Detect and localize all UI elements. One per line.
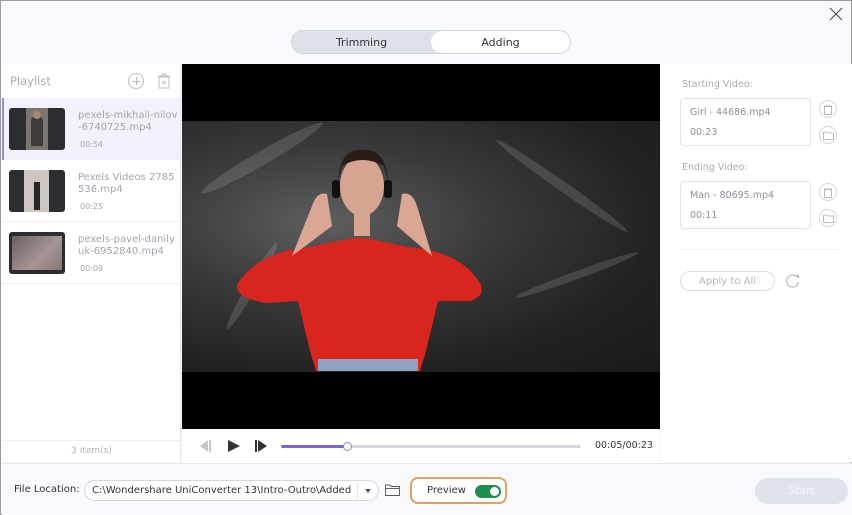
folder-icon xyxy=(822,214,834,223)
item-duration: 00:54 xyxy=(80,140,104,149)
file-location-select[interactable]: C:\Wondershare UniConverter 13\Intro-Out… xyxy=(84,480,379,501)
previous-frame-icon[interactable] xyxy=(198,439,212,453)
seek-progress xyxy=(281,445,347,448)
starting-video-box[interactable]: Girl - 44686.mp4 00:23 xyxy=(680,98,811,146)
ending-video-duration: 00:11 xyxy=(690,210,718,221)
trash-icon xyxy=(823,188,833,198)
person-head xyxy=(292,149,432,256)
starting-video-name: Girl - 44686.mp4 xyxy=(690,107,771,118)
refresh-icon[interactable] xyxy=(785,273,801,289)
mode-tabs: Trimming Adding xyxy=(291,30,571,54)
next-frame-icon[interactable] xyxy=(254,439,268,453)
playlist-item[interactable]: pexels-pavel-danily uk-6952840.mp4 00:09 xyxy=(2,222,180,284)
divider xyxy=(680,249,838,250)
player-controls: 00:05/00:23 xyxy=(182,429,660,463)
app-window: Trimming Adding Playlist pexels-mikhail-… xyxy=(0,0,852,515)
preview-label: Preview xyxy=(427,485,466,496)
trash-icon xyxy=(823,105,833,115)
folder-icon xyxy=(822,131,834,140)
ending-video-box[interactable]: Man - 80695.mp4 00:11 xyxy=(680,181,811,229)
ending-video-label: Ending Video: xyxy=(682,162,748,173)
tab-trimming[interactable]: Trimming xyxy=(292,31,431,53)
file-location-value: C:\Wondershare UniConverter 13\Intro-Out… xyxy=(92,485,352,496)
intro-outro-panel: Starting Video: Girl - 44686.mp4 00:23 E… xyxy=(661,64,852,462)
video-frame xyxy=(182,121,660,372)
tab-adding[interactable]: Adding xyxy=(431,31,570,53)
playlist-title: Playlist xyxy=(10,74,51,88)
playlist-item[interactable]: pexels-mikhail-nilov-6740725.mp4 00:54 xyxy=(2,98,180,160)
time-readout: 00:05/00:23 xyxy=(595,440,653,451)
folder-icon[interactable] xyxy=(385,484,400,496)
playlist-panel: Playlist pexels-mikhail-nilov-6740725.mp… xyxy=(2,64,181,462)
file-location-label: File Location: xyxy=(14,484,80,495)
apply-to-all-button[interactable]: Apply to All xyxy=(680,271,775,291)
item-name: pexels-pavel-danily uk-6952840.mp4 xyxy=(78,234,175,257)
preview-toggle-group: Preview xyxy=(410,477,507,504)
item-count: 3 item(s) xyxy=(2,440,181,460)
play-icon[interactable] xyxy=(227,439,241,453)
playlist-item[interactable]: Pexels Videos 2785536.mp4 00:25 xyxy=(2,160,180,222)
start-button[interactable]: Start xyxy=(755,478,848,504)
chevron-down-icon[interactable] xyxy=(364,488,372,494)
video-thumbnail xyxy=(9,170,65,212)
starting-video-label: Starting Video: xyxy=(682,79,753,90)
playlist-header: Playlist xyxy=(2,64,180,98)
preview-toggle[interactable] xyxy=(475,485,501,498)
seek-bar[interactable] xyxy=(281,442,581,451)
starting-delete-button[interactable] xyxy=(819,100,837,118)
ending-delete-button[interactable] xyxy=(819,183,837,201)
item-name: pexels-mikhail-nilov-6740725.mp4 xyxy=(78,110,178,133)
video-thumbnail xyxy=(9,232,65,274)
item-name: Pexels Videos 2785536.mp4 xyxy=(78,172,175,195)
trash-icon[interactable] xyxy=(157,73,171,89)
seek-handle[interactable] xyxy=(343,442,352,451)
divider xyxy=(357,483,358,499)
starting-folder-button[interactable] xyxy=(819,126,837,144)
ending-folder-button[interactable] xyxy=(819,209,837,227)
video-thumbnail xyxy=(9,108,65,150)
add-file-icon[interactable] xyxy=(128,73,144,89)
ending-video-name: Man - 80695.mp4 xyxy=(690,190,775,201)
starting-video-duration: 00:23 xyxy=(690,127,718,138)
item-duration: 00:25 xyxy=(80,202,104,211)
item-duration: 00:09 xyxy=(80,264,104,273)
close-icon[interactable] xyxy=(827,5,845,23)
footer-bar: File Location: C:\Wondershare UniConvert… xyxy=(2,463,852,515)
video-preview[interactable] xyxy=(182,64,660,429)
